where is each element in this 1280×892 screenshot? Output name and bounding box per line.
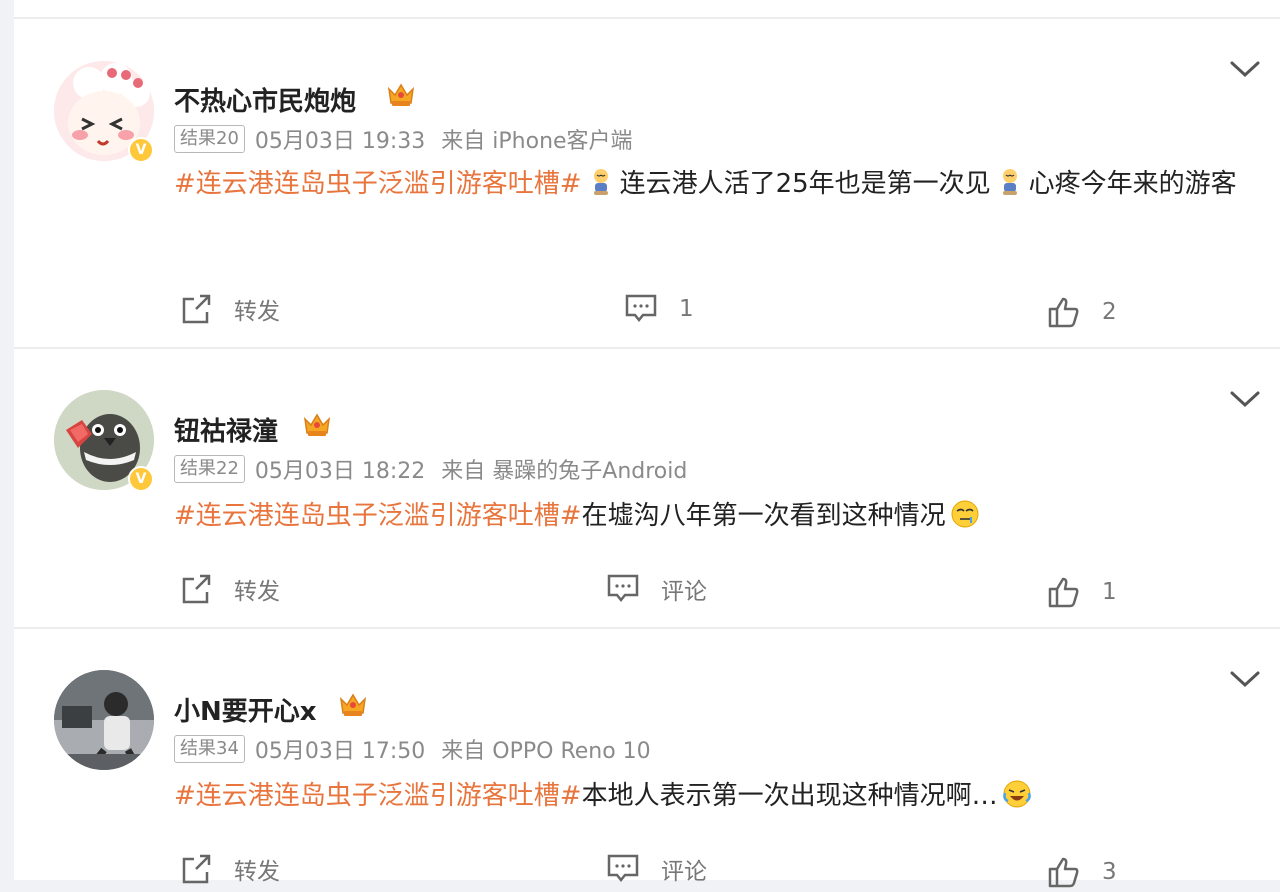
post-text-part: 心疼今年来的游客 (1028, 169, 1237, 199)
post-card: V 钮祜禄潼 结果22 05月03日 18:22 来自 暴躁的兔子Android… (14, 349, 1280, 627)
repost-button[interactable]: 转发 (180, 569, 280, 609)
repost-icon (182, 294, 211, 324)
comment-icon (625, 294, 657, 323)
comment-count: 1 (679, 296, 694, 322)
repost-label: 转发 (234, 299, 280, 325)
crown-icon (387, 83, 415, 106)
post-text: #连云港连岛虫子泛滥引游客吐槽# 连云港人活了25年也是第一次见 心疼今年来的游… (174, 160, 1264, 208)
topic-link[interactable]: #连云港连岛虫子泛滥引游客吐槽# (174, 781, 582, 811)
repost-button[interactable]: 转发 (180, 849, 280, 889)
verified-badge: V (128, 137, 154, 163)
post-source: 来自 iPhone客户端 (441, 129, 633, 154)
post-time[interactable]: 05月03日 18:22 (255, 453, 425, 485)
topic-link[interactable]: #连云港连岛虫子泛滥引游客吐槽# (174, 169, 582, 199)
comment-label: 评论 (661, 579, 707, 605)
crown-icon (303, 413, 331, 436)
repost-icon (182, 574, 211, 604)
post-text-part: 连云港人活了25年也是第一次见 (619, 169, 991, 199)
thumbs-up-icon (1048, 857, 1079, 888)
repost-icon (182, 854, 211, 884)
post-text: #连云港连岛虫子泛滥引游客吐槽#本地人表示第一次出现这种情况啊… (174, 772, 1264, 820)
like-button[interactable]: 2 (1048, 292, 1117, 332)
thumbs-up-icon (1048, 577, 1079, 608)
rank-badge: 结果34 (174, 735, 245, 763)
post-meta: 结果20 05月03日 19:33 来自 iPhone客户端 (174, 124, 633, 154)
weibo-search-feed: V 不热心市民炮炮 结果20 05月03日 19:33 来自 iPhone客户端… (14, 0, 1280, 888)
like-button[interactable]: 3 (1048, 852, 1117, 892)
stressed-person-emoji (1002, 169, 1017, 195)
username[interactable]: 钮祜禄潼 (174, 411, 278, 448)
thumbs-up-icon (1048, 297, 1079, 328)
verified-badge: V (128, 466, 154, 492)
post-text-part: 本地人表示第一次出现这种情况啊… (581, 781, 998, 811)
post-time[interactable]: 05月03日 19:33 (255, 123, 425, 155)
chevron-down-icon[interactable] (1228, 389, 1262, 409)
post-source: 来自 OPPO Reno 10 (441, 739, 651, 764)
repost-label: 转发 (234, 579, 280, 605)
username[interactable]: 小N要开心x (174, 691, 317, 728)
post-text: #连云港连岛虫子泛滥引游客吐槽#在墟沟八年第一次看到这种情况 (174, 492, 1264, 540)
topic-link[interactable]: #连云港连岛虫子泛滥引游客吐槽# (174, 501, 582, 531)
comment-label: 评论 (661, 859, 707, 885)
comment-button[interactable]: 评论 (607, 849, 707, 889)
rank-badge: 结果20 (174, 125, 245, 153)
crying-laughing-emoji (1002, 780, 1031, 808)
post-meta: 结果34 05月03日 17:50 来自 OPPO Reno 10 (174, 734, 651, 764)
post-card: V 不热心市民炮炮 结果20 05月03日 19:33 来自 iPhone客户端… (14, 19, 1280, 328)
post-card: 小N要开心x 结果34 05月03日 17:50 来自 OPPO Reno 10… (14, 629, 1280, 888)
avatar[interactable] (54, 670, 154, 770)
like-count: 1 (1102, 579, 1117, 605)
post-source: 来自 暴躁的兔子Android (441, 459, 688, 484)
like-button[interactable]: 1 (1048, 572, 1117, 612)
chevron-down-icon[interactable] (1228, 669, 1262, 689)
stressed-person-emoji (593, 169, 608, 195)
post-meta: 结果22 05月03日 18:22 来自 暴躁的兔子Android (174, 454, 687, 484)
crown-icon (339, 693, 367, 716)
like-count: 2 (1102, 299, 1117, 325)
post-text-part: 在墟沟八年第一次看到这种情况 (581, 501, 946, 531)
username[interactable]: 不热心市民炮炮 (174, 81, 356, 118)
comment-icon (607, 574, 639, 603)
comment-button[interactable]: 1 (625, 289, 694, 329)
repost-label: 转发 (234, 859, 280, 885)
comment-button[interactable]: 评论 (607, 569, 707, 609)
drooling-face-emoji (951, 500, 979, 528)
rank-badge: 结果22 (174, 455, 245, 483)
chevron-down-icon[interactable] (1228, 59, 1262, 79)
like-count: 3 (1102, 859, 1117, 885)
post-time[interactable]: 05月03日 17:50 (255, 733, 425, 765)
repost-button[interactable]: 转发 (180, 289, 280, 329)
